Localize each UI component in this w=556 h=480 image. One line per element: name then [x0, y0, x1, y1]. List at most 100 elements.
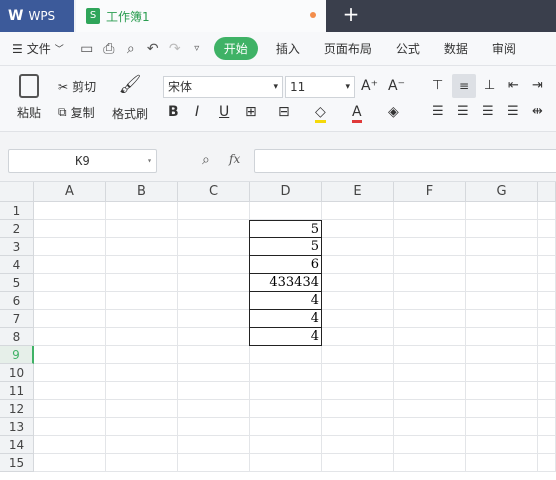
justify-icon[interactable]: ☰: [507, 104, 519, 119]
select-all-corner[interactable]: [0, 182, 34, 202]
grid-cell[interactable]: [466, 220, 538, 238]
grid-cell[interactable]: [538, 274, 556, 292]
tab-data[interactable]: 数据: [432, 40, 480, 57]
grid-cell[interactable]: [538, 400, 556, 418]
grid-cell[interactable]: [34, 238, 106, 256]
grid-cell[interactable]: [34, 328, 106, 346]
grid-cell[interactable]: [34, 454, 106, 472]
tab-start[interactable]: 开始: [213, 37, 258, 60]
row-header[interactable]: 14: [0, 436, 34, 454]
column-header-b[interactable]: B: [106, 182, 178, 202]
grid-cell[interactable]: [34, 220, 106, 238]
column-header-g[interactable]: G: [466, 182, 538, 202]
align-middle-icon[interactable]: ≡: [452, 74, 476, 98]
name-box[interactable]: K9 ▾: [8, 149, 157, 173]
italic-icon[interactable]: I: [195, 104, 199, 120]
grid-cell[interactable]: [106, 256, 178, 274]
grid-cell[interactable]: [106, 346, 178, 364]
grid-cell[interactable]: [250, 436, 322, 454]
increase-font-icon[interactable]: A⁺: [361, 78, 378, 94]
grid-cell[interactable]: [250, 346, 322, 364]
grid-cell[interactable]: [466, 256, 538, 274]
row-header[interactable]: 1: [0, 202, 34, 220]
grid-cell[interactable]: [178, 436, 250, 454]
grid-cell[interactable]: [394, 400, 466, 418]
undo-icon[interactable]: ↶: [142, 38, 164, 60]
grid-cell[interactable]: [178, 310, 250, 328]
paste-button[interactable]: 粘贴: [10, 74, 48, 126]
grid-cell[interactable]: [178, 418, 250, 436]
grid-cell[interactable]: [394, 310, 466, 328]
grid-cell[interactable]: [106, 382, 178, 400]
grid-cell[interactable]: [34, 292, 106, 310]
cell-d6[interactable]: 4: [249, 292, 322, 310]
doc-tab[interactable]: S 工作簿1: [76, 0, 326, 32]
grid-cell[interactable]: [394, 292, 466, 310]
column-header-a[interactable]: A: [34, 182, 106, 202]
grid-cell[interactable]: [322, 310, 394, 328]
column-header-f[interactable]: F: [394, 182, 466, 202]
align-center-icon[interactable]: ☰: [457, 104, 469, 119]
copy-button[interactable]: ⧉ 复制: [58, 104, 95, 121]
grid-cell[interactable]: [250, 202, 322, 220]
cell-d3[interactable]: 5: [249, 238, 322, 256]
fill-color-icon[interactable]: ◇: [315, 104, 326, 123]
save-icon[interactable]: ▭: [76, 38, 98, 60]
grid-cell[interactable]: [538, 202, 556, 220]
cell-d8[interactable]: 4: [249, 328, 322, 346]
print-preview-icon[interactable]: ⌕: [120, 38, 142, 60]
grid-cell[interactable]: [322, 382, 394, 400]
print-icon[interactable]: ⎙: [98, 38, 120, 60]
file-menu[interactable]: ☰ 文件 ﹀: [0, 40, 76, 57]
grid-cell[interactable]: [466, 238, 538, 256]
grid-cell[interactable]: [466, 454, 538, 472]
cut-button[interactable]: ✂ 剪切: [58, 78, 96, 95]
fx-icon[interactable]: fx: [229, 152, 240, 166]
row-header[interactable]: 11: [0, 382, 34, 400]
grid-cell[interactable]: [394, 238, 466, 256]
redo-icon[interactable]: ↷: [164, 38, 186, 60]
grid-cell[interactable]: [34, 364, 106, 382]
grid-cell[interactable]: [106, 292, 178, 310]
grid-cell[interactable]: [538, 346, 556, 364]
grid-cell[interactable]: [538, 328, 556, 346]
grid-cell[interactable]: [250, 364, 322, 382]
grid-cell[interactable]: [322, 220, 394, 238]
row-header[interactable]: 6: [0, 292, 34, 310]
grid-cell[interactable]: [34, 400, 106, 418]
align-right-icon[interactable]: ☰: [482, 104, 494, 119]
grid-cell[interactable]: [466, 274, 538, 292]
grid-cell[interactable]: [106, 436, 178, 454]
grid-cell[interactable]: [322, 400, 394, 418]
grid-cell[interactable]: [322, 346, 394, 364]
grid-cell[interactable]: [178, 328, 250, 346]
grid-cell[interactable]: [34, 310, 106, 328]
grid-cell[interactable]: [394, 220, 466, 238]
grid-cell[interactable]: [250, 418, 322, 436]
row-header[interactable]: 4: [0, 256, 34, 274]
wps-app-tab[interactable]: W WPS: [0, 0, 74, 32]
grid-cell[interactable]: [394, 202, 466, 220]
grid-cell[interactable]: [178, 400, 250, 418]
align-bottom-icon[interactable]: ⊥: [484, 78, 495, 93]
column-header-d[interactable]: D: [250, 182, 322, 202]
grid-cell[interactable]: [106, 364, 178, 382]
grid-cell[interactable]: [178, 238, 250, 256]
grid-cell[interactable]: [106, 310, 178, 328]
indent-increase-icon[interactable]: ⇥: [532, 78, 543, 93]
column-header-h[interactable]: [538, 182, 556, 202]
zoom-icon[interactable]: ⌕: [202, 152, 210, 168]
cell-d2[interactable]: 5: [249, 220, 322, 238]
grid-cell[interactable]: [394, 382, 466, 400]
row-header[interactable]: 2: [0, 220, 34, 238]
column-header-c[interactable]: C: [178, 182, 250, 202]
grid-cell[interactable]: [106, 238, 178, 256]
grid-cell[interactable]: [178, 292, 250, 310]
tab-formula[interactable]: 公式: [384, 40, 432, 57]
row-header[interactable]: 12: [0, 400, 34, 418]
align-left-icon[interactable]: ☰: [432, 104, 444, 119]
grid-cell[interactable]: [466, 418, 538, 436]
formula-input[interactable]: [254, 149, 556, 173]
grid-cell[interactable]: [322, 328, 394, 346]
new-tab-button[interactable]: +: [340, 4, 362, 26]
